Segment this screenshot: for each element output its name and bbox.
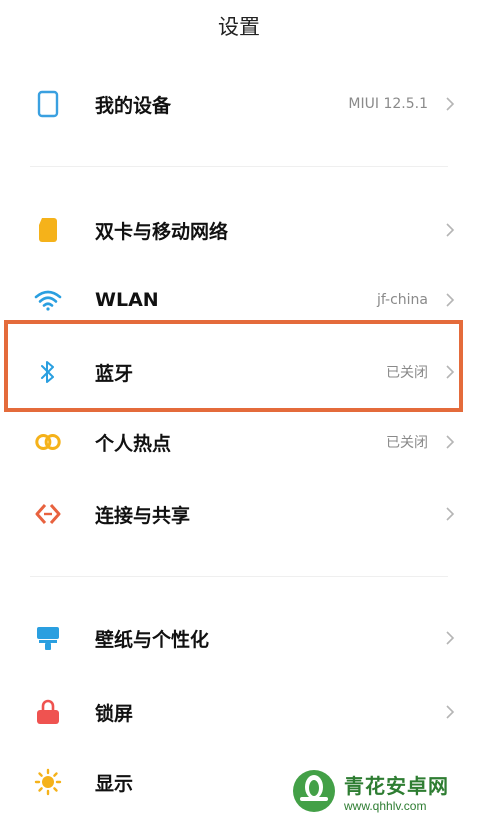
sim-card-icon [34,216,62,244]
settings-item-label: 连接与共享 [95,504,191,527]
highlight-box [4,320,463,412]
chevron-right-icon [444,434,456,450]
watermark-name: 青花安卓网 [344,773,449,798]
settings-item-connection-sharing[interactable]: 连接与共享 [0,482,478,546]
settings-item-label: 锁屏 [95,702,134,725]
settings-item-hotspot[interactable]: 个人热点 已关闭 [0,410,478,474]
settings-item-value: jf-china [376,292,428,308]
settings-item-dual-sim[interactable]: 双卡与移动网络 [0,198,478,262]
chevron-right-icon [444,630,456,646]
chevron-right-icon [444,292,456,308]
settings-item-value: MIUI 12.5.1 [348,96,428,112]
chevron-right-icon [444,96,456,112]
share-connection-icon [34,500,62,528]
chevron-right-icon [444,222,456,238]
settings-item-my-device[interactable]: 我的设备 MIUI 12.5.1 [0,72,478,136]
hotspot-icon [34,428,62,456]
settings-item-lock-screen[interactable]: 锁屏 [0,680,478,744]
settings-item-label: 个人热点 [95,432,172,455]
settings-item-label: 双卡与移动网络 [95,220,229,243]
watermark-url: www.qhhlv.com [344,798,427,813]
settings-item-wallpaper[interactable]: 壁纸与个性化 [0,606,478,670]
chevron-right-icon [444,506,456,522]
settings-item-label: 我的设备 [95,94,172,117]
wallpaper-icon [34,624,62,652]
settings-item-value: 已关闭 [386,435,428,451]
chevron-right-icon [444,704,456,720]
page-title: 设置 [218,15,260,39]
section-divider [30,576,448,577]
sun-icon [34,768,62,796]
lock-icon [34,698,62,726]
settings-item-label: 显示 [95,772,134,795]
section-divider [30,166,448,167]
watermark-logo-icon [290,767,338,815]
phone-icon [34,90,62,118]
settings-item-label: WLAN [95,289,159,311]
wifi-icon [34,286,62,314]
settings-item-label: 壁纸与个性化 [95,628,210,651]
watermark: 青花安卓网 www.qhhlv.com [290,765,475,817]
